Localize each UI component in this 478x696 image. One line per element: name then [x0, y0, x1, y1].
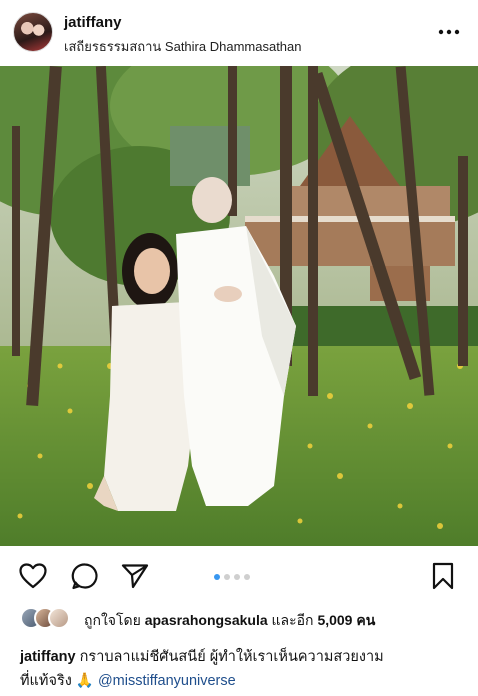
caption-text-continued: ที่แท้จริง: [20, 673, 72, 689]
like-button[interactable]: [18, 562, 48, 590]
post-location[interactable]: เสถียรธรรมสถาน Sathira Dhammasathan: [64, 36, 302, 57]
save-button[interactable]: [428, 562, 458, 590]
post-caption: jatiffany กราบลาแม่ชีศันสนีย์ ผู้ทำให้เร…: [20, 645, 470, 693]
carousel-dot: [244, 574, 250, 580]
caption-text: กราบลาแม่ชีศันสนีย์ ผู้ทำให้เราเห็นความส…: [79, 649, 384, 665]
likes-middle: และอีก: [271, 612, 314, 628]
carousel-dot: [234, 574, 240, 580]
heart-icon: [19, 563, 47, 589]
comment-icon: [71, 563, 98, 590]
likes-prefix: ถูกใจโดย: [84, 612, 141, 628]
post-username[interactable]: jatiffany: [64, 14, 122, 31]
carousel-dot-active: [214, 574, 220, 580]
bookmark-icon: [432, 562, 454, 590]
post-actions-bar: [0, 556, 478, 596]
post-header: jatiffany เสถียรธรรมสถาน Sathira Dhammas…: [0, 0, 478, 64]
profile-avatar[interactable]: [13, 12, 53, 52]
likes-summary[interactable]: ถูกใจโดย apasrahongsakula และอีก 5,009 ค…: [84, 610, 375, 632]
pray-emoji: 🙏: [75, 673, 94, 689]
caption-username[interactable]: jatiffany: [20, 649, 76, 665]
caption-mention[interactable]: @misstiffanyuniverse: [98, 673, 236, 689]
comment-button[interactable]: [70, 562, 100, 590]
likes-count[interactable]: 5,009: [317, 612, 352, 628]
liker-avatar[interactable]: [48, 607, 70, 629]
likes-user[interactable]: apasrahongsakula: [145, 612, 268, 628]
carousel-indicator: [214, 574, 250, 580]
share-button[interactable]: [120, 562, 150, 590]
more-horizontal-icon[interactable]: [438, 24, 460, 40]
send-icon: [121, 564, 149, 589]
likes-suffix: คน: [356, 612, 376, 628]
carousel-dot: [224, 574, 230, 580]
post-photo[interactable]: [0, 66, 478, 546]
likes-row: ถูกใจโดย apasrahongsakula และอีก 5,009 ค…: [20, 605, 470, 633]
